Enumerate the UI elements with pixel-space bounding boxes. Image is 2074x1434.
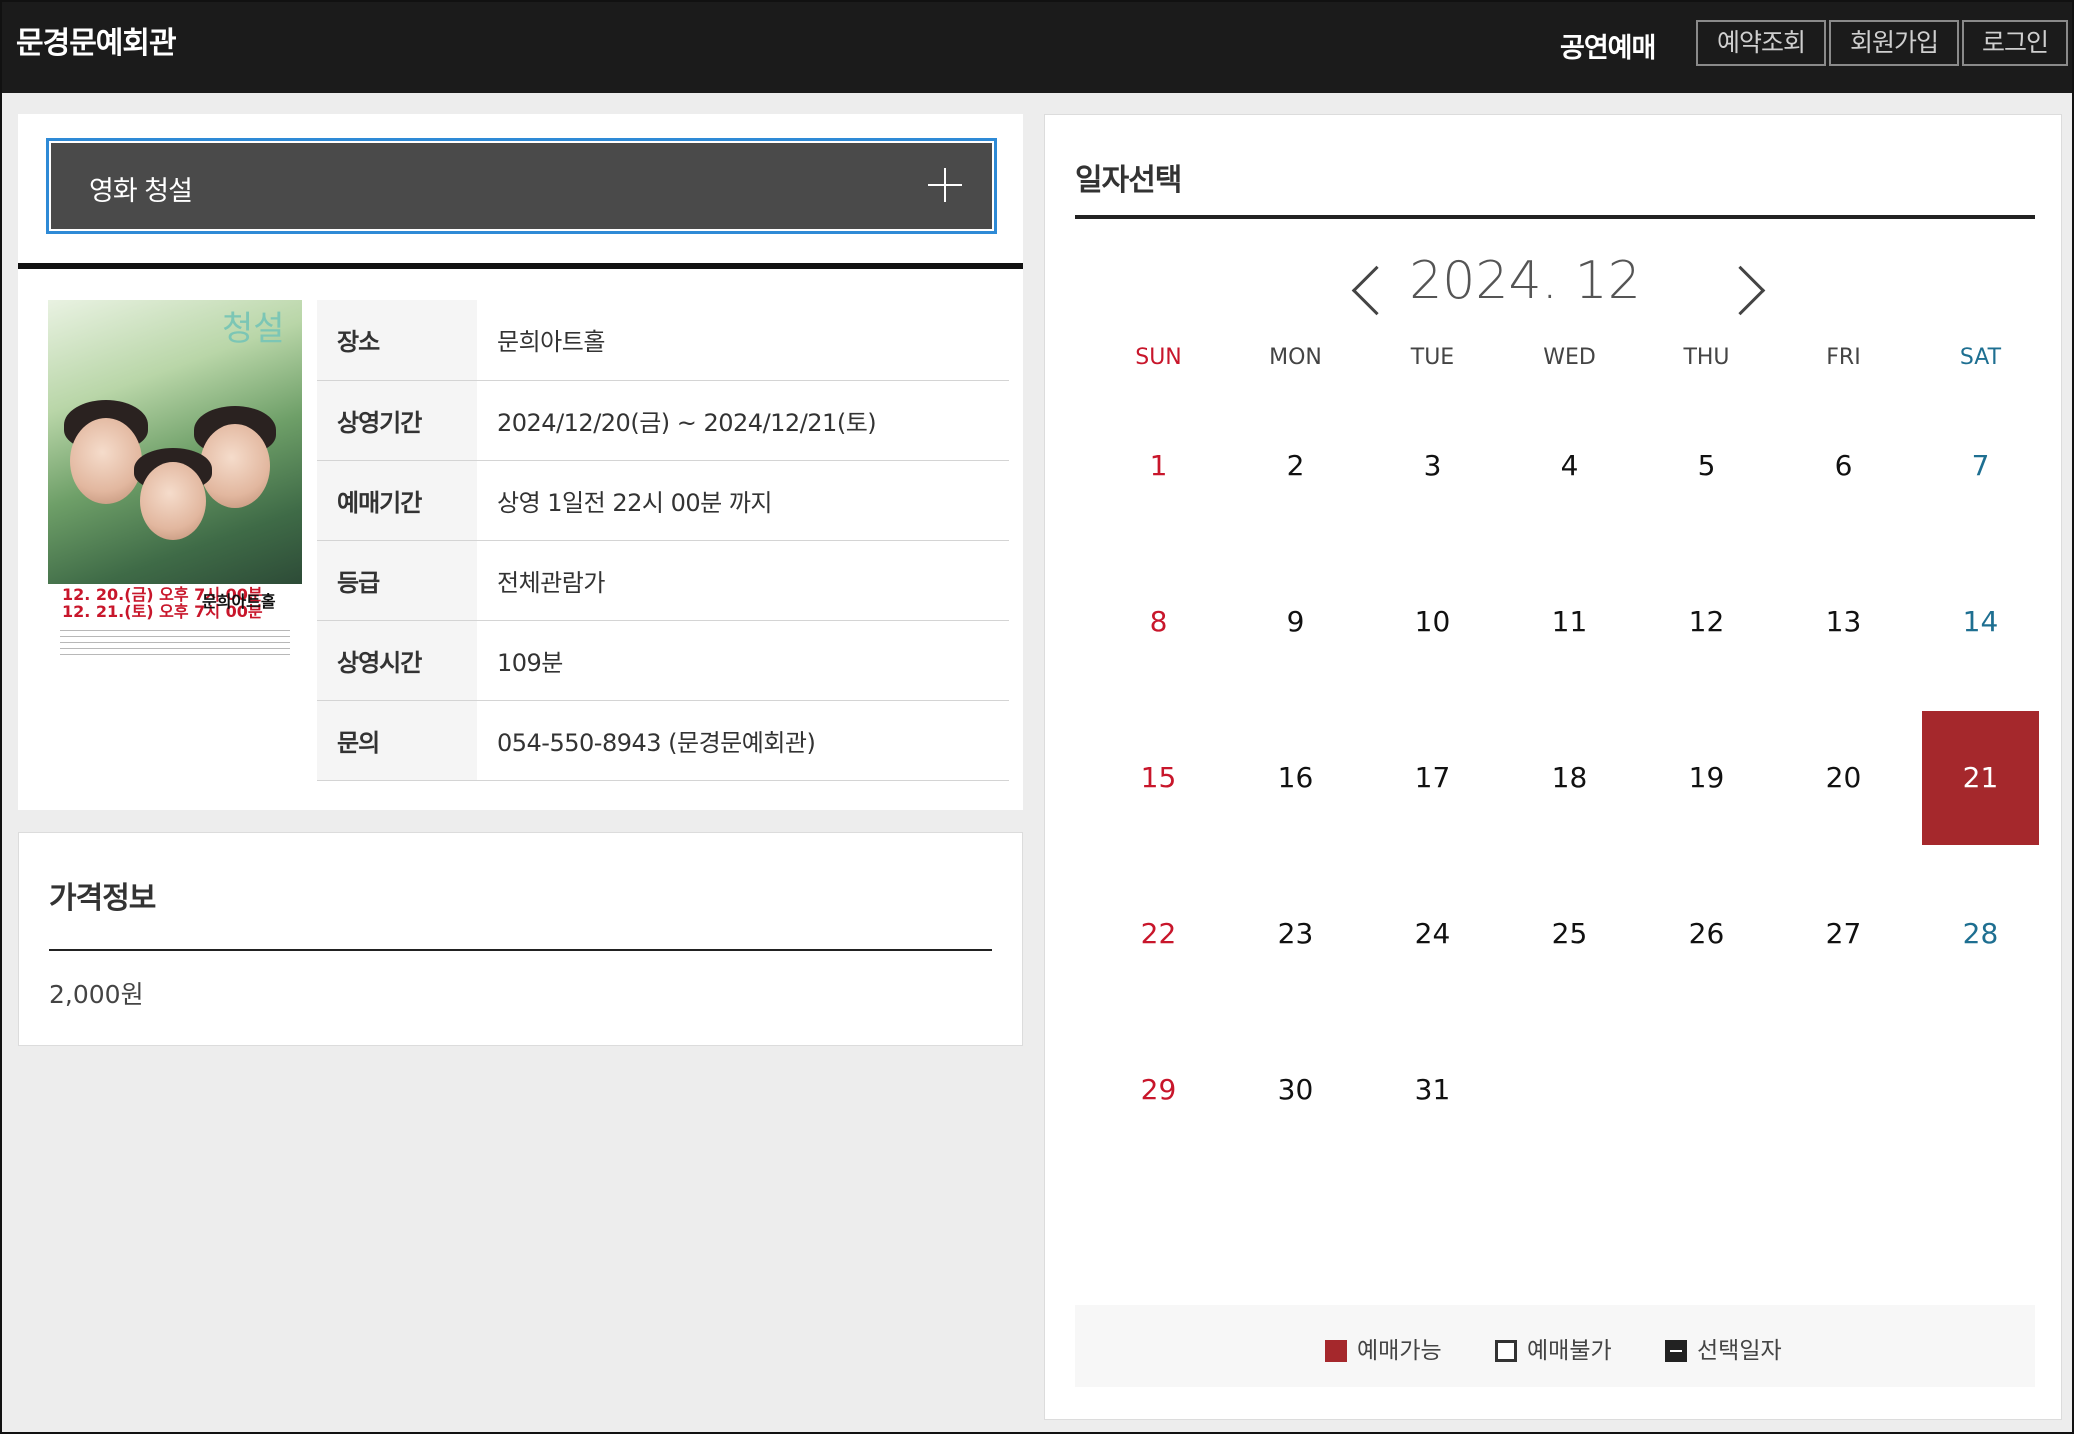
detail-label: 장소 [317, 300, 477, 381]
chevron-right-icon[interactable] [1725, 261, 1769, 321]
legend-label: 선택일자 [1697, 1338, 1782, 1364]
available-swatch-icon [1325, 1340, 1347, 1362]
poster-figure [140, 462, 206, 540]
poster-venue: 문희아트홀 [202, 592, 276, 611]
detail-label: 예매기간 [317, 460, 477, 541]
calendar-day: 24 [1414, 917, 1451, 950]
event-poster: 청설 12. 20.(금) 오후 7시 00분 12. 21.(토) 오후 7시… [48, 300, 302, 668]
legend-selected: 선택일자 [1665, 1331, 1782, 1365]
weekday-thu: THU [1683, 345, 1730, 370]
calendar-day: 15 [1140, 761, 1177, 794]
detail-value: 2024/12/20(금) ~ 2024/12/21(토) [477, 380, 1009, 461]
detail-label: 문의 [317, 700, 477, 781]
date-select-heading: 일자선택 [1075, 163, 1182, 198]
calendar-day: 23 [1277, 917, 1314, 950]
legend-label: 예매가능 [1357, 1338, 1442, 1364]
calendar-day: 31 [1414, 1073, 1451, 1106]
site-brand[interactable]: 문경문예회관 [16, 18, 177, 62]
calendar-legend: 예매가능 예매불가 선택일자 [1075, 1305, 2035, 1387]
calendar-divider [1075, 215, 2035, 219]
plus-icon[interactable] [928, 168, 962, 202]
price-heading: 가격정보 [49, 881, 156, 916]
table-row: 예매기간 상영 1일전 22시 00분 까지 [317, 460, 1009, 541]
top-navigation-bar: 문경문예회관 공연예매 예약조회 회원가입 로그인 [2, 2, 2072, 93]
calendar-day: 5 [1697, 449, 1716, 482]
poster-figure [70, 418, 142, 504]
detail-label: 상영시간 [317, 620, 477, 701]
event-title-toggle[interactable]: 영화 청설 [46, 138, 997, 234]
event-title: 영화 청설 [89, 176, 193, 207]
calendar-day-available[interactable]: 21 [1922, 711, 2039, 845]
legend-available: 예매가능 [1325, 1331, 1442, 1365]
calendar-day-grid: 1 2 3 4 5 6 7 8 9 10 11 12 13 14 15 16 17 18 19 20 21 22 23 24 2… [1090, 399, 2051, 1179]
calendar-day: 8 [1149, 605, 1168, 638]
section-divider [18, 263, 1023, 269]
calendar-day: 10 [1414, 605, 1451, 638]
weekday-fri: FRI [1826, 345, 1861, 370]
table-row: 장소 문희아트홀 [317, 300, 1009, 381]
calendar-day: 22 [1140, 917, 1177, 950]
price-value: 2,000원 [49, 980, 144, 1009]
calendar-day: 2 [1286, 449, 1305, 482]
weekday-tue: TUE [1410, 345, 1455, 370]
calendar-day: 17 [1414, 761, 1451, 794]
calendar-day: 26 [1688, 917, 1725, 950]
calendar-day: 14 [1962, 605, 1999, 638]
table-row: 상영시간 109분 [317, 620, 1009, 701]
calendar-month-label: 2024. 12 [1409, 251, 1641, 311]
login-button[interactable]: 로그인 [1962, 20, 2068, 66]
calendar-day: 12 [1688, 605, 1725, 638]
signup-button[interactable]: 회원가입 [1829, 20, 1959, 66]
weekday-sun: SUN [1135, 345, 1182, 370]
calendar-day: 7 [1971, 449, 1990, 482]
weekday-sat: SAT [1959, 345, 2002, 370]
weekday-mon: MON [1269, 345, 1322, 370]
legend-label: 예매불가 [1527, 1338, 1612, 1364]
poster-title: 청설 [222, 309, 285, 349]
calendar-day: 13 [1825, 605, 1862, 638]
reservation-lookup-button[interactable]: 예약조회 [1696, 20, 1826, 66]
calendar-day: 1 [1149, 449, 1168, 482]
calendar-day: 4 [1560, 449, 1579, 482]
weekday-wed: WED [1543, 345, 1596, 370]
calendar-day: 11 [1551, 605, 1588, 638]
table-row: 문의 054-550-8943 (문경문예회관) [317, 700, 1009, 781]
calendar-day: 27 [1825, 917, 1862, 950]
detail-value: 109분 [477, 620, 1009, 701]
table-row: 상영기간 2024/12/20(금) ~ 2024/12/21(토) [317, 380, 1009, 461]
weekday-header: SUN MON TUE WED THU FRI SAT [1090, 345, 2051, 381]
detail-label: 등급 [317, 540, 477, 621]
calendar-day: 30 [1277, 1073, 1314, 1106]
detail-value: 054-550-8943 (문경문예회관) [477, 700, 1009, 781]
event-info-panel: 영화 청설 청설 12. 20.(금) 오후 7시 00분 12. 21.(토)… [18, 114, 1023, 810]
detail-value: 문희아트홀 [477, 300, 1009, 381]
calendar-day: 29 [1140, 1073, 1177, 1106]
nav-booking-link[interactable]: 공연예매 [1560, 26, 1656, 65]
calendar-day: 19 [1688, 761, 1725, 794]
calendar-day: 3 [1423, 449, 1442, 482]
event-detail-table: 장소 문희아트홀 상영기간 2024/12/20(금) ~ 2024/12/21… [317, 300, 1009, 781]
detail-value: 전체관람가 [477, 540, 1009, 621]
detail-label: 상영기간 [317, 380, 477, 461]
calendar-day: 6 [1834, 449, 1853, 482]
calendar-day: 16 [1277, 761, 1314, 794]
selected-swatch-icon [1665, 1340, 1687, 1362]
calendar-day: 28 [1962, 917, 1999, 950]
price-info-panel: 가격정보 2,000원 [18, 832, 1023, 1046]
unavailable-swatch-icon [1495, 1340, 1517, 1362]
poster-fine-print [60, 630, 290, 660]
table-row: 등급 전체관람가 [317, 540, 1009, 621]
calendar-day: 20 [1825, 761, 1862, 794]
date-select-panel: 일자선택 2024. 12 SUN MON TUE WED THU FRI SA… [1044, 114, 2062, 1420]
calendar-day: 25 [1551, 917, 1588, 950]
calendar-day: 9 [1286, 605, 1305, 638]
price-divider [49, 949, 992, 951]
detail-value: 상영 1일전 22시 00분 까지 [477, 460, 1009, 541]
legend-unavailable: 예매불가 [1495, 1331, 1612, 1365]
calendar-day: 18 [1551, 761, 1588, 794]
